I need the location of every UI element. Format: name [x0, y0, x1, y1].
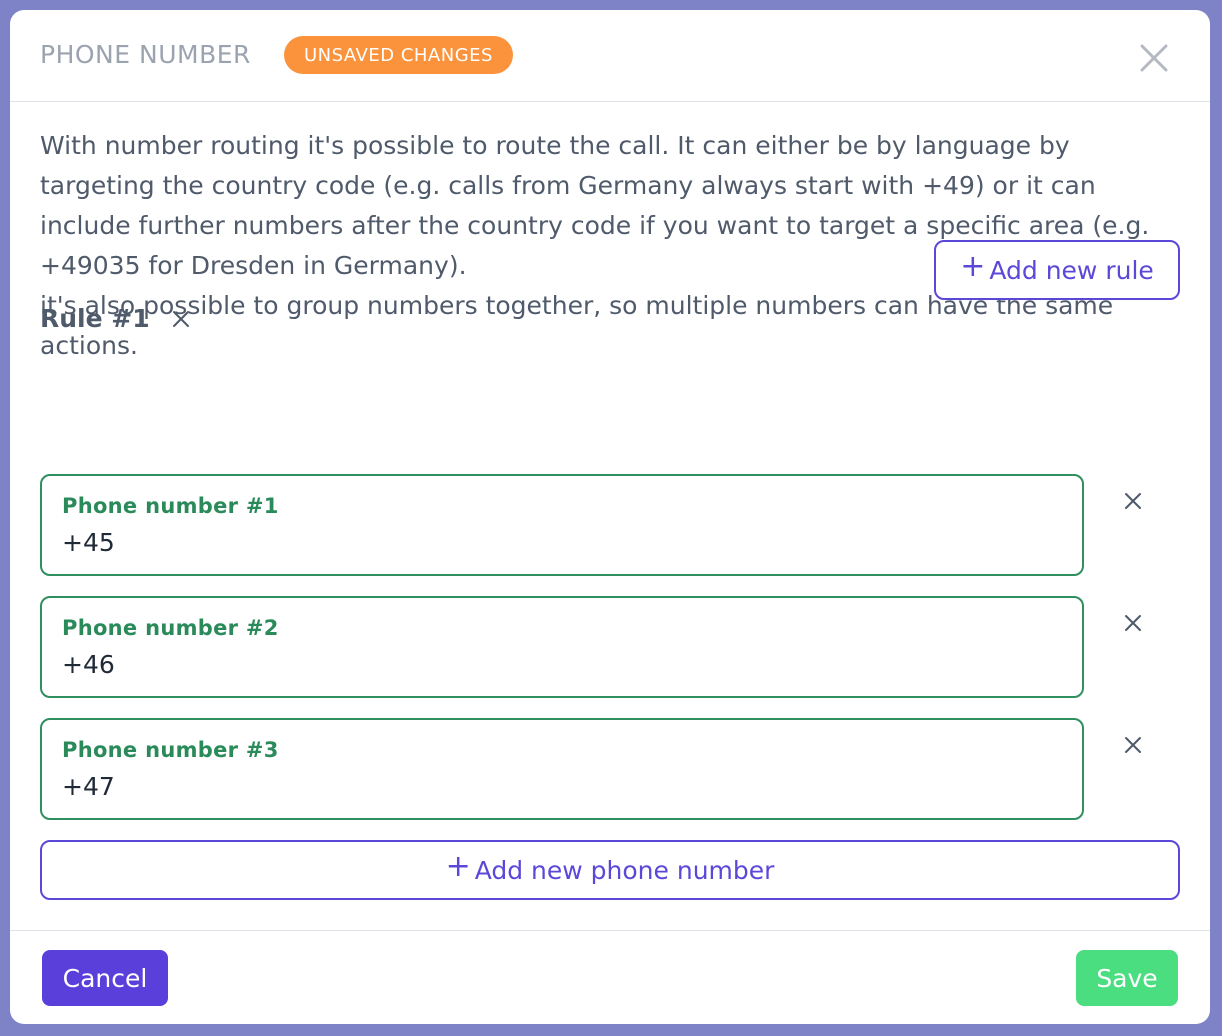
plus-icon: + [960, 249, 986, 284]
modal-header: PHONE NUMBER UNSAVED CHANGES [10, 10, 1210, 102]
cancel-button[interactable]: Cancel [42, 950, 168, 1006]
rule-title: Rule #1 [40, 304, 150, 333]
phone-number-label-2: Phone number #2 [62, 616, 279, 640]
phone-number-field-3[interactable]: Phone number #3 [40, 718, 1084, 820]
phone-number-input-3[interactable] [62, 772, 962, 801]
phone-number-field-2[interactable]: Phone number #2 [40, 596, 1084, 698]
phone-number-input-2[interactable] [62, 650, 962, 679]
add-new-rule-label: Add new rule [989, 255, 1154, 285]
phone-number-row-1: Phone number #1 [40, 474, 1170, 576]
remove-phone-1-icon[interactable] [1122, 490, 1144, 512]
phone-number-modal: PHONE NUMBER UNSAVED CHANGES With number… [10, 10, 1210, 1024]
phone-number-field-1[interactable]: Phone number #1 [40, 474, 1084, 576]
save-button[interactable]: Save [1076, 950, 1178, 1006]
remove-phone-2-icon[interactable] [1122, 612, 1144, 634]
phone-number-label-1: Phone number #1 [62, 494, 279, 518]
remove-rule-icon[interactable] [170, 308, 192, 330]
add-new-phone-number-label: Add new phone number [474, 855, 775, 885]
phone-number-row-2: Phone number #2 [40, 596, 1170, 698]
unsaved-changes-badge: UNSAVED CHANGES [284, 36, 513, 74]
rule-header: Rule #1 [40, 304, 192, 333]
modal-title: PHONE NUMBER [40, 40, 251, 69]
modal-footer: Cancel Save [10, 930, 1210, 1024]
phone-number-row-3: Phone number #3 [40, 718, 1170, 820]
phone-number-label-3: Phone number #3 [62, 738, 279, 762]
plus-icon: + [445, 849, 471, 884]
add-new-rule-button[interactable]: + Add new rule [934, 240, 1180, 300]
add-new-phone-number-button[interactable]: + Add new phone number [40, 840, 1180, 900]
close-icon[interactable] [1138, 42, 1170, 74]
remove-phone-3-icon[interactable] [1122, 734, 1144, 756]
phone-number-input-1[interactable] [62, 528, 962, 557]
